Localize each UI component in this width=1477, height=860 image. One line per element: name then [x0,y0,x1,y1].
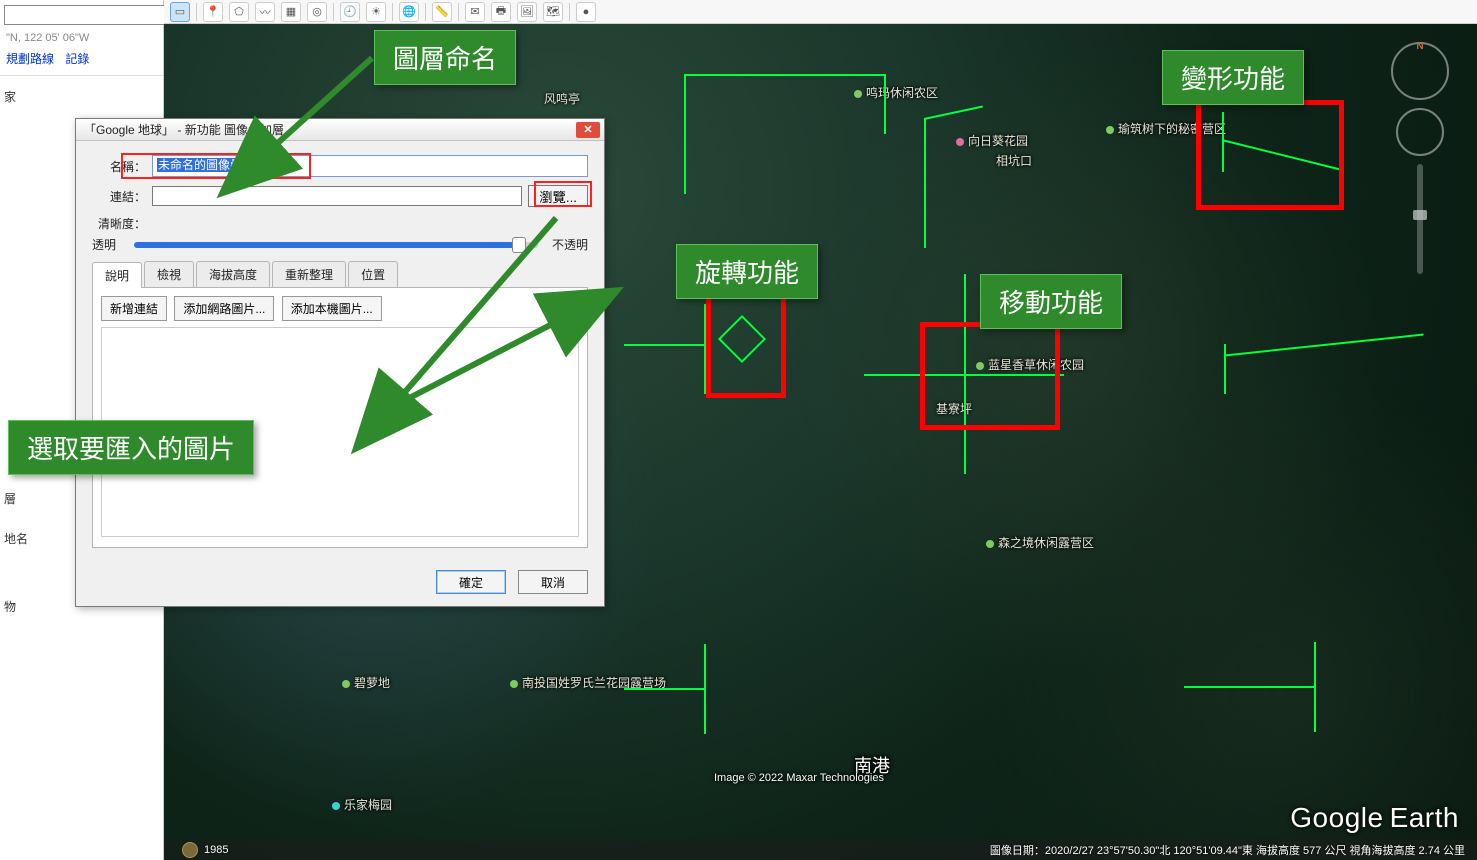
tab-pane: 新增連結 添加網路圖片... 添加本機圖片... [92,288,588,548]
place-label: 南投国姓罗氏兰花园露营场 [510,674,666,691]
callout-layer-name: 圖層命名 [374,30,516,85]
status-text: 圖像日期：2020/2/27 23°57'50.30"北 120°51'09.4… [990,842,1465,858]
tab-description[interactable]: 說明 [92,262,142,288]
tab-refresh[interactable]: 重新整理 [272,261,346,287]
ok-button[interactable]: 確定 [436,570,506,594]
browse-button[interactable]: 瀏覽... [528,185,588,207]
tab-view[interactable]: 檢視 [144,261,194,287]
coordinates-readout: "N, 122 05' 06"W [0,30,163,46]
tool-sky[interactable]: ● [576,2,596,22]
tab-altitude[interactable]: 海拔高度 [196,261,270,287]
tool-ruler[interactable]: 📏 [432,2,452,22]
link-input[interactable] [152,186,522,206]
place-label: 瑜筑树下的秘密营区 [1106,120,1226,137]
place-label: 鸣玛休闲农区 [854,84,938,101]
place-label: 向日葵花园 [956,132,1028,149]
tool-placemark[interactable]: 📍 [203,2,223,22]
compass-ring[interactable]: N [1391,42,1449,100]
label-link: 連結： [92,188,146,205]
tool-email[interactable]: ✉ [465,2,485,22]
callout-move: 移動功能 [980,274,1122,329]
annotation-box-rotate [706,292,786,398]
tool-view-in-maps[interactable]: 🗺 [543,2,563,22]
history-year: 1985 [204,844,228,856]
tool-print[interactable]: 🖶 [491,2,511,22]
add-link-button[interactable]: 新增連結 [101,296,167,321]
dialog-titlebar[interactable]: 「Google 地球」 - 新功能 圖像疊加層 ✕ [76,119,604,141]
annotation-box-deform [1196,100,1344,210]
tool-history[interactable]: 🕘 [340,2,360,22]
opacity-max-label: 不透明 [552,236,588,253]
navigation-gizmo[interactable]: N [1377,42,1463,274]
link-plan-route[interactable]: 規劃路線 [6,52,54,66]
cancel-button[interactable]: 取消 [518,570,588,594]
link-history[interactable]: 記錄 [65,52,89,66]
opacity-slider[interactable] [134,242,538,248]
callout-select-image: 選取要匯入的圖片 [8,420,254,475]
place-label: 碧萝地 [342,674,390,691]
history-slider-button[interactable] [182,842,198,858]
label-name: 名稱： [92,158,146,175]
place-label-large: 南港 [854,752,890,778]
place-label: 基寮坪 [936,400,972,417]
image-overlay-dialog: 「Google 地球」 - 新功能 圖像疊加層 ✕ 名稱： 未命名的圖像疊加層 … [75,118,605,607]
name-input[interactable]: 未命名的圖像疊加層 [152,155,588,177]
dialog-close-button[interactable]: ✕ [576,122,600,138]
imagery-attribution: Image © 2022 Maxar Technologies [714,772,884,784]
label-opacity: 清晰度： [92,215,146,232]
opacity-min-label: 透明 [92,236,120,253]
add-web-image-button[interactable]: 添加網路圖片... [174,296,274,321]
tool-sunlight[interactable]: ☀ [366,2,386,22]
tool-panel-toggle[interactable]: ▭ [170,2,190,22]
overlay-rotate-handle[interactable] [718,315,766,363]
search-input[interactable] [4,5,169,25]
dialog-title: 「Google 地球」 - 新功能 圖像疊加層 [84,121,576,138]
place-label: 相坑口 [996,152,1032,169]
top-toolbar: ▭ 📍 ⬠ 〰 ▦ ◎ 🕘 ☀ 🌐 📏 ✉ 🖶 🖼 🗺 ● [164,0,1477,24]
zoom-slider[interactable] [1417,164,1423,274]
callout-deform: 變形功能 [1162,50,1304,105]
place-label: 森之境休闲露营区 [986,534,1094,551]
dialog-tabs: 說明 檢視 海拔高度 重新整理 位置 [92,261,588,288]
status-bar: 1985 圖像日期：2020/2/27 23°57'50.30"北 120°51… [164,840,1477,860]
place-label: 风鸣亭 [544,90,580,107]
place-label: 乐家梅园 [332,796,392,813]
annotation-box-move [920,322,1060,430]
tool-save-image[interactable]: 🖼 [517,2,537,22]
tool-polygon[interactable]: ⬠ [229,2,249,22]
look-ring[interactable] [1396,108,1444,156]
place-label: 蓝星香草休闲农园 [976,356,1084,373]
tool-path[interactable]: 〰 [255,2,275,22]
add-local-image-button[interactable]: 添加本機圖片... [282,296,382,321]
tree-item[interactable]: 家 [4,86,159,108]
google-earth-logo: GoogleEarth [1290,802,1459,834]
tool-record[interactable]: ◎ [307,2,327,22]
callout-rotate: 旋轉功能 [676,244,818,299]
tool-image-overlay[interactable]: ▦ [281,2,301,22]
tool-planet[interactable]: 🌐 [399,2,419,22]
tab-location[interactable]: 位置 [348,261,398,287]
